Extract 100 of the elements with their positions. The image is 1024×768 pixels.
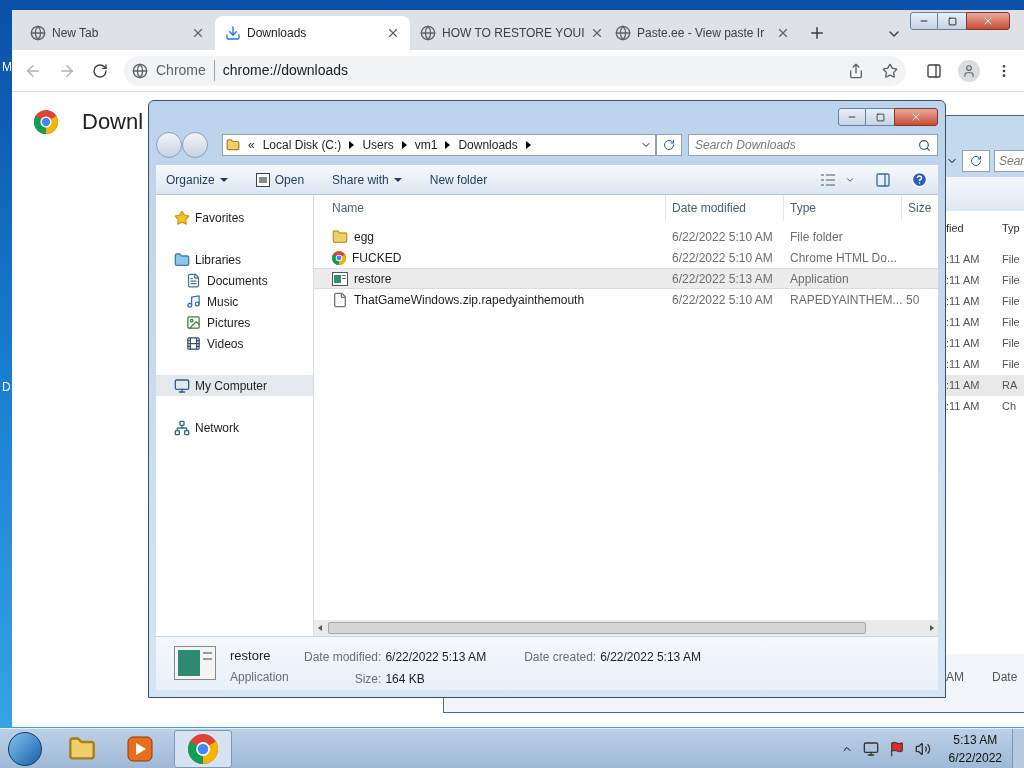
browser-tab[interactable]: Downloads [215, 16, 410, 50]
file-row[interactable]: ThatGameWindows.zip.rapedyainthemouth 6/22/2022 5:10 AM RAPEDYAINTHEM... 50 [314, 289, 938, 310]
browser-tab[interactable]: Paste.ee - View paste Ir [605, 16, 800, 50]
nav-item[interactable]: Pictures [156, 312, 313, 333]
file-row[interactable]: :11 AM Ch [946, 396, 1024, 417]
column-header[interactable]: fied [946, 219, 1002, 237]
desktop-icon-label: M [2, 59, 12, 76]
maximize-button[interactable] [866, 108, 894, 126]
horizontal-scrollbar[interactable] [314, 620, 938, 636]
refresh-button[interactable] [656, 134, 682, 156]
date-cell-text: :11 AM [946, 357, 981, 373]
preview-pane-icon[interactable] [875, 171, 891, 188]
breadcrumb-arrow-icon[interactable] [525, 141, 531, 149]
breadcrumb-item[interactable]: Local Disk (C:) [262, 136, 342, 154]
details-label: Date created: [523, 649, 597, 666]
bookmark-star-icon[interactable] [882, 62, 898, 79]
start-button[interactable] [8, 731, 42, 766]
nav-item[interactable]: Videos [156, 333, 313, 354]
toolbar-button[interactable]: Organize [166, 170, 228, 189]
flag-icon[interactable] [888, 740, 905, 757]
page-title: Downl [82, 108, 144, 136]
browser-tab[interactable]: New Tab [20, 16, 215, 50]
help-icon[interactable] [911, 171, 928, 188]
date-cell-text: 6/22/2022 5:10 AM [671, 249, 774, 267]
reload-icon[interactable] [92, 62, 108, 79]
scroll-right-icon[interactable] [930, 625, 934, 631]
profile-avatar[interactable] [958, 59, 980, 82]
refresh-icon [663, 139, 675, 151]
search-field[interactable]: Sear [994, 150, 1024, 172]
close-button[interactable] [894, 108, 938, 126]
date-cell-text: 6/22/2022 5:10 AM [671, 228, 774, 246]
nav-item[interactable]: Documents [156, 270, 313, 291]
close-tab-icon[interactable] [191, 26, 205, 40]
download-icon [225, 25, 241, 41]
nav-item[interactable]: Libraries [156, 249, 313, 270]
address-bar[interactable]: « Local Disk (C:) Users vm1 Downloads [222, 134, 656, 156]
share-icon[interactable] [848, 62, 864, 79]
caret-icon [219, 177, 228, 182]
taskbar-button[interactable] [174, 729, 232, 768]
file-name: ThatGameWindows.zip.rapedyainthemouth [354, 291, 585, 309]
search-field[interactable]: Search Downloads [688, 134, 938, 156]
file-row[interactable]: FUCKED 6/22/2022 5:10 AM Chrome HTML Do... [314, 247, 938, 268]
refresh-button[interactable] [962, 150, 990, 172]
breadcrumb-arrow-icon[interactable] [349, 141, 355, 149]
column-header[interactable]: Date modified [666, 195, 784, 221]
views-button[interactable] [821, 173, 855, 186]
column-header[interactable]: Name [314, 195, 666, 221]
column-header[interactable]: Typ [1002, 219, 1020, 237]
breadcrumb-item[interactable]: Users [362, 136, 394, 154]
date-cell-text: :11 AM [946, 336, 981, 352]
type-cell-text: Application [789, 270, 850, 288]
minimize-button[interactable] [910, 12, 938, 30]
close-icon [982, 15, 994, 27]
nav-item[interactable]: My Computer [156, 375, 313, 396]
breadcrumb-arrow-icon[interactable] [445, 141, 451, 149]
clock[interactable]: 5:13 AM 6/22/2022 [948, 730, 1002, 767]
folder-icon [332, 228, 348, 245]
file-row[interactable]: :11 AM File [946, 333, 1024, 354]
column-header[interactable]: Type [784, 195, 902, 221]
file-row[interactable]: :11 AM RA [946, 375, 1024, 396]
breadcrumb-arrow-icon[interactable] [401, 141, 407, 149]
toolbar-button[interactable]: New folder [429, 170, 488, 189]
new-tab-icon[interactable] [808, 24, 826, 42]
file-row[interactable]: :11 AM File [946, 249, 1024, 270]
breadcrumb-item[interactable]: vm1 [414, 136, 438, 154]
caret-icon [393, 177, 402, 182]
nav-item[interactable]: Favorites [156, 207, 313, 228]
scroll-left-icon[interactable] [318, 625, 322, 631]
column-header[interactable]: Size [902, 199, 932, 217]
application-icon [174, 646, 216, 680]
address-bar[interactable]: Chrome chrome://downloads [124, 55, 906, 86]
size-cell-text: 50 [906, 291, 920, 309]
close-button[interactable] [966, 12, 1010, 30]
minimize-button[interactable] [838, 108, 866, 126]
type-cell-text: RA [1002, 378, 1018, 394]
close-tab-icon[interactable] [776, 26, 790, 40]
file-row[interactable]: egg 6/22/2022 5:10 AM File folder [314, 226, 938, 247]
close-tab-icon[interactable] [386, 26, 400, 40]
details-name: restore [230, 647, 272, 665]
toolbar-button[interactable]: Share with [332, 170, 402, 189]
file-row[interactable]: :11 AM File [946, 291, 1024, 312]
file-row[interactable]: restore 6/22/2022 5:13 AM Application [314, 268, 938, 289]
maximize-button[interactable] [938, 12, 966, 30]
refresh-icon [970, 155, 982, 167]
file-row[interactable]: :11 AM File [946, 354, 1024, 375]
file-row[interactable]: :11 AM File [946, 270, 1024, 291]
search-icon[interactable] [918, 138, 931, 152]
type-cell-text: Chrome HTML Do... [789, 249, 898, 267]
details-value: 6/22/2022 5:13 AM [385, 649, 487, 666]
volume-icon[interactable] [914, 740, 931, 757]
browser-tab[interactable]: HOW TO RESTORE YOUI [410, 16, 605, 50]
scroll-thumb[interactable] [328, 622, 866, 634]
nav-item[interactable]: Network [156, 417, 313, 438]
overflow-chevron[interactable]: « [248, 136, 255, 154]
toolbar-button[interactable]: Open [255, 170, 305, 189]
file-row[interactable]: :11 AM File [946, 312, 1024, 333]
network-icon[interactable] [862, 740, 879, 757]
side-panel-icon[interactable] [926, 62, 942, 79]
nav-item[interactable]: Music [156, 291, 313, 312]
breadcrumb-item[interactable]: Downloads [458, 136, 518, 154]
